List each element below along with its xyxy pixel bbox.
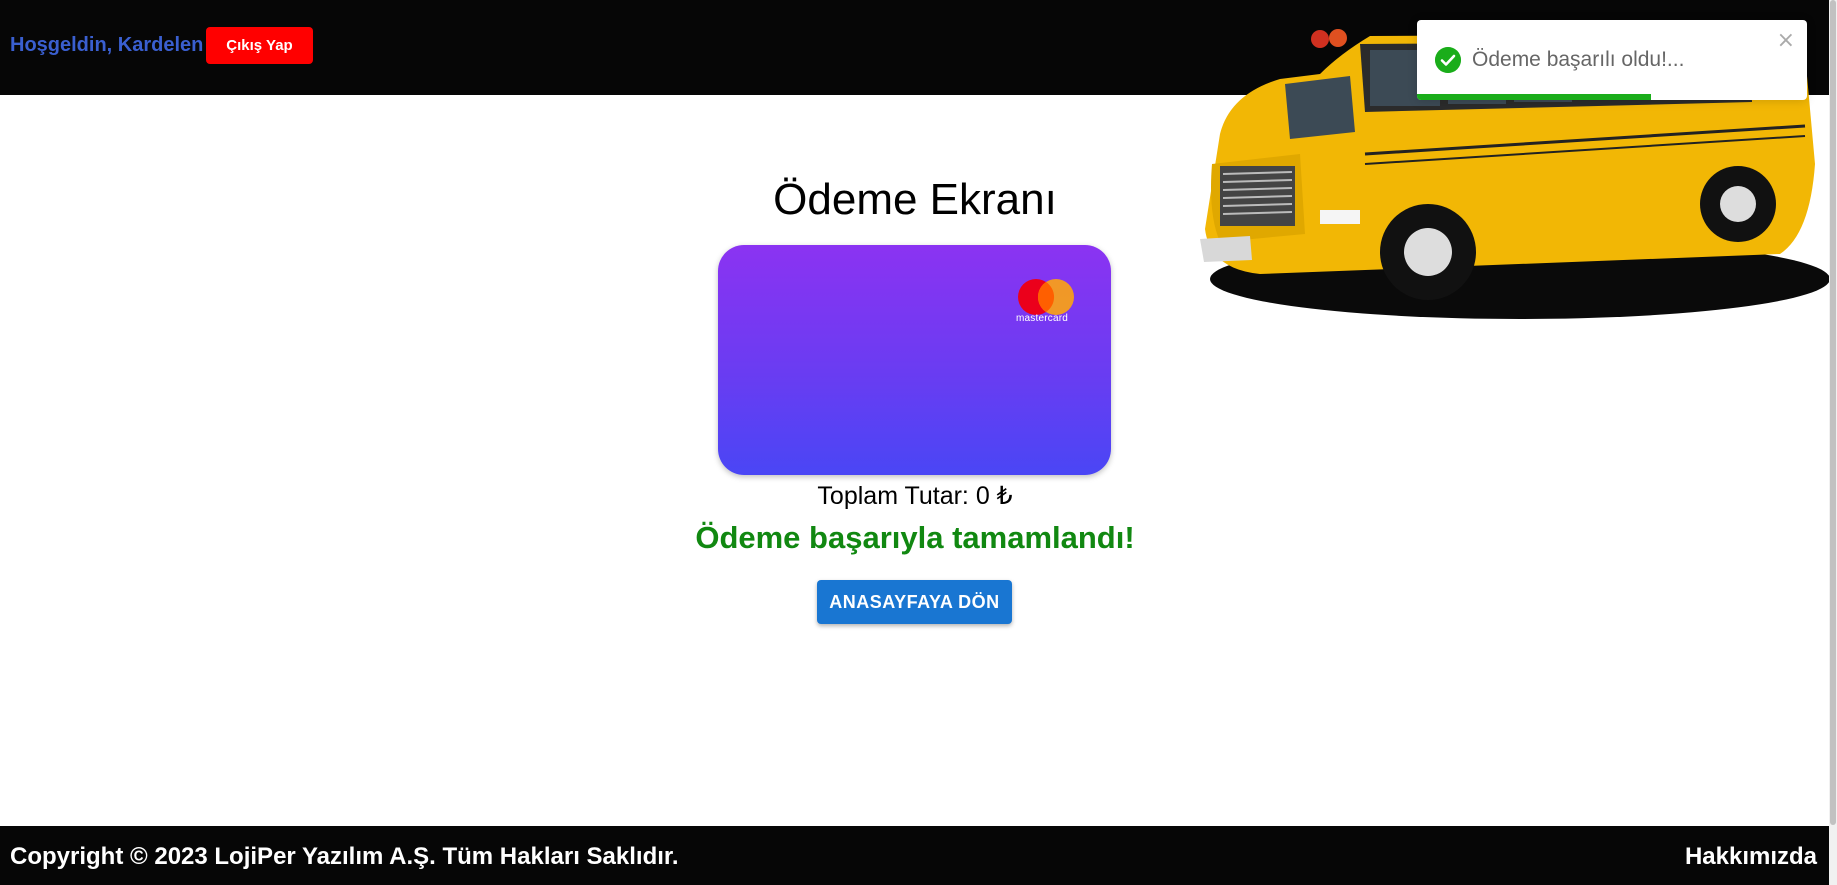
toast-message: Ödeme başarılı oldu!...	[1472, 48, 1685, 71]
toast-progress-bar	[1417, 94, 1651, 100]
footer: Copyright © 2023 LojiPer Yazılım A.Ş. Tü…	[0, 826, 1829, 885]
close-icon[interactable]: ×	[1777, 28, 1795, 53]
copyright-text: Copyright © 2023 LojiPer Yazılım A.Ş. Tü…	[10, 843, 679, 870]
total-amount: Toplam Tutar: 0 ₺	[817, 482, 1013, 510]
check-circle-icon	[1435, 47, 1461, 73]
credit-card: mastercard	[718, 245, 1111, 475]
success-message: Ödeme başarıyla tamamlandı!	[695, 520, 1135, 555]
card-brand-text: mastercard	[1016, 313, 1069, 324]
page-scrollbar[interactable]	[1829, 0, 1837, 885]
scrollbar-thumb[interactable]	[1830, 0, 1836, 825]
success-toast: Ödeme başarılı oldu!... ×	[1417, 20, 1807, 100]
about-link[interactable]: Hakkımızda	[1685, 843, 1817, 871]
logout-button[interactable]: Çıkış Yap	[206, 27, 313, 64]
welcome-text: Hoşgeldin, Kardelen	[10, 34, 204, 56]
page-title: Ödeme Ekranı	[773, 175, 1057, 224]
back-to-home-button[interactable]: ANASAYFAYA DÖN	[817, 580, 1012, 624]
